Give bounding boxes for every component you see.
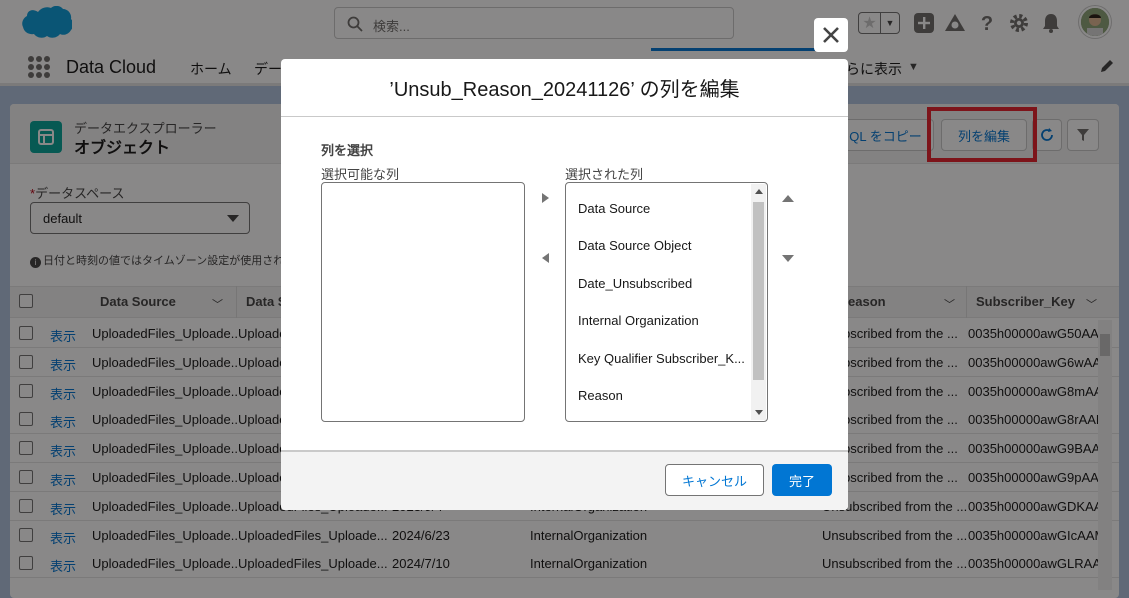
move-down-button[interactable] [780, 250, 796, 266]
selected-option[interactable]: Data Source [578, 201, 650, 216]
available-columns-label: 選択可能な列 [321, 167, 400, 182]
chevron-up-icon [782, 194, 794, 202]
chevron-left-icon [541, 253, 549, 263]
selected-option[interactable]: Internal Organization [578, 313, 699, 328]
selected-option[interactable]: Key Qualifier Subscriber_K... [578, 351, 745, 366]
available-columns-listbox[interactable] [321, 182, 525, 422]
selected-columns-listbox[interactable]: Data Source Data Source Object Date_Unsu… [565, 182, 768, 422]
done-button[interactable]: 完了 [772, 464, 832, 496]
chevron-down-icon [782, 254, 794, 262]
dual-listbox-legend: 列を選択 [321, 143, 374, 158]
selected-option[interactable]: Date_Unsubscribed [578, 276, 692, 291]
scrollbar-thumb[interactable] [753, 202, 764, 380]
move-to-selected-button[interactable] [537, 190, 553, 206]
chevron-right-icon [541, 193, 549, 203]
selected-option[interactable]: Reason [578, 388, 623, 403]
scroll-up-icon[interactable] [755, 189, 763, 194]
cancel-button[interactable]: キャンセル [665, 464, 764, 496]
close-icon [823, 27, 839, 43]
selected-listbox-scrollbar[interactable] [751, 184, 766, 420]
selected-option[interactable]: Data Source Object [578, 238, 691, 253]
selected-columns-label: 選択された列 [565, 167, 644, 182]
done-label: 完了 [788, 473, 815, 489]
modal-title: ’Unsub_Reason_20241126’ の列を編集 [389, 79, 740, 101]
modal-header: ’Unsub_Reason_20241126’ の列を編集 [281, 59, 848, 117]
modal-close-button[interactable] [814, 18, 848, 52]
move-up-button[interactable] [780, 190, 796, 206]
cancel-label: キャンセル [681, 473, 747, 489]
scroll-down-icon[interactable] [755, 410, 763, 415]
move-to-available-button[interactable] [537, 250, 553, 266]
edit-columns-modal: ’Unsub_Reason_20241126’ の列を編集 列を選択 選択可能な… [281, 59, 848, 510]
